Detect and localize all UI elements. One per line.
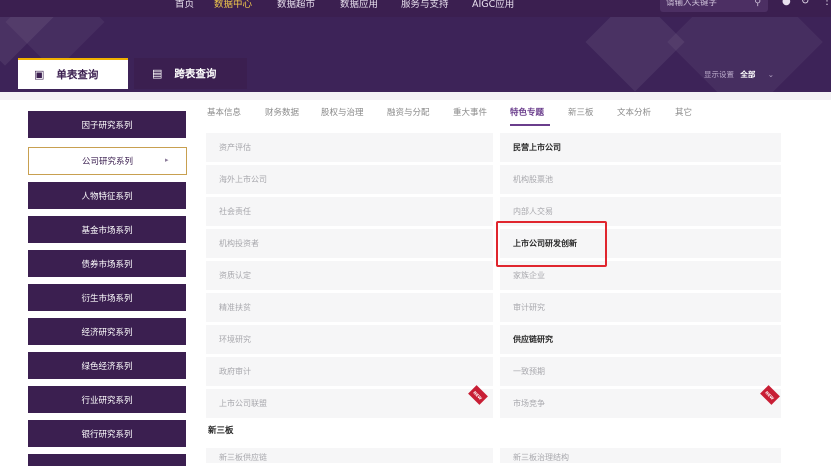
dataset-item-label: 市场竞争	[513, 399, 545, 408]
dataset-item-poverty-alleviation[interactable]: 精准扶贫	[206, 293, 493, 322]
sidebar-item-label: 衍生市场系列	[81, 293, 133, 304]
dataset-item-label: 机构投资者	[219, 239, 259, 248]
sidebar-item-label: 基金市场系列	[81, 225, 133, 236]
dataset-item-neeq-governance[interactable]: 新三板治理结构	[500, 448, 781, 463]
highlight-annotation	[496, 221, 607, 267]
tab-basic-info[interactable]: 基本信息	[207, 106, 241, 118]
search-box: ⚲	[660, 0, 768, 12]
search-input[interactable]	[666, 0, 746, 10]
active-tab-underline	[510, 124, 550, 126]
tab-financing[interactable]: 融资与分配	[387, 106, 430, 118]
dataset-item-label: 家族企业	[513, 271, 545, 280]
display-setting[interactable]: 显示设置 全部 ⌄	[704, 69, 774, 80]
dataset-item-private-listed[interactable]: 民营上市公司	[500, 133, 781, 162]
dataset-item-label: 民营上市公司	[513, 143, 561, 152]
tab-label: 单表查询	[56, 69, 99, 81]
dataset-item-supply-chain[interactable]: 供应链研究	[500, 325, 781, 354]
tab-label: 跨表查询	[174, 68, 217, 80]
dataset-item-asset-appraisal[interactable]: 资产评估	[206, 133, 493, 162]
top-nav: 首页 数据中心 数据超市 数据应用 服务与支持 AIGC应用 ⚲ ● ↻ ⋮	[0, 0, 831, 17]
dataset-item-environment[interactable]: 环境研究	[206, 325, 493, 354]
search-icon[interactable]: ⚲	[754, 0, 761, 8]
dataset-item-label: 新三板治理结构	[513, 453, 569, 462]
sidebar-item-green[interactable]: 绿色经济系列	[28, 352, 186, 379]
dataset-item-label: 海外上市公司	[219, 175, 267, 184]
dataset-item-social-responsibility[interactable]: 社会责任	[206, 197, 493, 226]
dataset-item-neeq-supply-chain[interactable]: 新三板供应链	[206, 448, 493, 463]
sidebar-item-label: 因子研究系列	[81, 120, 133, 131]
nav-item-service-support[interactable]: 服务与支持	[401, 0, 449, 10]
more-icon[interactable]: ⋮	[822, 0, 831, 7]
dataset-item-label: 政府审计	[219, 367, 251, 376]
dataset-item-label: 新三板供应链	[219, 453, 267, 462]
dataset-item-label: 一致预期	[513, 367, 545, 376]
dataset-item-label: 精准扶贫	[219, 303, 251, 312]
display-setting-label: 显示设置	[704, 70, 734, 79]
tab-major-events[interactable]: 重大事件	[453, 106, 487, 118]
dataset-item-label: 社会责任	[219, 207, 251, 216]
nav-item-data-market[interactable]: 数据超市	[277, 0, 315, 10]
divider-band	[0, 92, 831, 100]
dataset-item-qualification[interactable]: 资质认定	[206, 261, 493, 290]
tab-neeq[interactable]: 新三板	[568, 106, 594, 118]
sidebar-item-economic[interactable]: 经济研究系列	[28, 318, 186, 345]
tab-special-topics[interactable]: 特色专题	[510, 106, 544, 118]
tab-financial-data[interactable]: 财务数据	[265, 106, 299, 118]
query-tab-strip: ▣ 单表查询 ▤ 跨表查询 显示设置 全部 ⌄	[0, 58, 831, 90]
sidebar-item-label: 银行研究系列	[81, 429, 133, 440]
dataset-item-label: 供应链研究	[513, 335, 553, 344]
sidebar-item-label: 公司研究系列	[81, 157, 133, 167]
chevron-down-icon: ⌄	[767, 70, 775, 79]
sidebar-item-bond[interactable]: 债券市场系列	[28, 250, 186, 277]
nav-item-data-center[interactable]: 数据中心	[214, 0, 252, 10]
section-title-neeq: 新三板	[208, 426, 234, 436]
sidebar-item-person[interactable]: 人物特征系列	[28, 182, 186, 209]
refresh-icon[interactable]: ↻	[801, 0, 809, 7]
nav-item-data-apps[interactable]: 数据应用	[340, 0, 378, 10]
nav-item-home[interactable]: 首页	[175, 0, 194, 10]
tab-equity-governance[interactable]: 股权与治理	[321, 106, 364, 118]
dataset-item-label: 资质认定	[219, 271, 251, 280]
caret-right-icon: ▸	[165, 156, 169, 164]
dataset-item-label: 环境研究	[219, 335, 251, 344]
dataset-item-institution-pool[interactable]: 机构股票池	[500, 165, 781, 194]
dataset-item-listed-alliance[interactable]: 上市公司联盟	[206, 389, 493, 418]
table-search-icon: ▣	[34, 68, 45, 81]
dataset-item-audit-research[interactable]: 审计研究	[500, 293, 781, 322]
category-tabs: 基本信息 财务数据 股权与治理 融资与分配 重大事件 特色专题 新三板 文本分析…	[206, 106, 781, 126]
sidebar-item-derivative[interactable]: 衍生市场系列	[28, 284, 186, 311]
tab-cross-table-query[interactable]: ▤ 跨表查询	[134, 58, 247, 89]
sidebar-item-fund[interactable]: 基金市场系列	[28, 216, 186, 243]
dataset-item-overseas-listed[interactable]: 海外上市公司	[206, 165, 493, 194]
dataset-item-government-audit[interactable]: 政府审计	[206, 357, 493, 386]
sidebar-item-factor[interactable]: 因子研究系列	[28, 111, 186, 138]
dataset-item-label: 上市公司联盟	[219, 399, 267, 408]
dataset-item-label: 内部人交易	[513, 207, 553, 216]
sidebar-item-next[interactable]	[28, 454, 186, 466]
tab-single-table-query[interactable]: ▣ 单表查询	[18, 58, 128, 89]
tab-other[interactable]: 其它	[675, 106, 692, 118]
sidebar-item-industry[interactable]: 行业研究系列	[28, 386, 186, 413]
dataset-item-label: 审计研究	[513, 303, 545, 312]
tab-text-analysis[interactable]: 文本分析	[617, 106, 651, 118]
sidebar-item-bank[interactable]: 银行研究系列	[28, 420, 186, 447]
dataset-item-market-competition[interactable]: 市场竞争	[500, 389, 781, 418]
sidebar-item-label: 人物特征系列	[81, 191, 133, 202]
dataset-item-institutional-investors[interactable]: 机构投资者	[206, 229, 493, 258]
user-icon[interactable]: ●	[782, 0, 791, 7]
sidebar-item-company[interactable]: 公司研究系列 ▸	[28, 147, 187, 175]
sidebar-item-label: 经济研究系列	[81, 327, 133, 338]
tables-icon: ▤	[152, 67, 163, 80]
sidebar-item-label: 行业研究系列	[81, 395, 133, 406]
nav-item-aigc[interactable]: AIGC应用	[472, 0, 514, 10]
display-setting-value: 全部	[740, 70, 756, 79]
dataset-item-label: 机构股票池	[513, 175, 553, 184]
dataset-item-consensus-forecast[interactable]: 一致预期	[500, 357, 781, 386]
dataset-item-label: 资产评估	[219, 143, 251, 152]
sidebar-item-label: 绿色经济系列	[81, 361, 133, 372]
sidebar-item-label: 债券市场系列	[81, 259, 133, 270]
